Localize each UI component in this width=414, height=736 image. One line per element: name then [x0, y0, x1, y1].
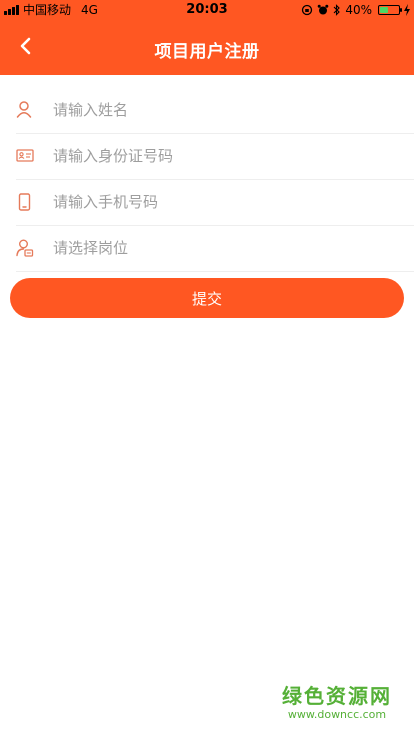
position-select[interactable] [53, 226, 393, 270]
mobile-phone-icon [18, 193, 31, 211]
phone-input[interactable] [53, 180, 393, 224]
navigation-bar: 项目用户注册 [0, 20, 414, 75]
id-card-row [16, 134, 414, 180]
name-input[interactable] [53, 88, 393, 132]
registration-form [0, 88, 414, 272]
battery-icon [378, 5, 402, 15]
bluetooth-icon [333, 4, 341, 16]
charging-icon [404, 4, 410, 16]
submit-button[interactable]: 提交 [10, 278, 404, 318]
phone-row [16, 180, 414, 226]
page-title: 项目用户注册 [154, 42, 260, 62]
app-header: 中国移动 4G 20:03 40% 项目用户注册 [0, 0, 414, 75]
position-row[interactable] [16, 226, 414, 272]
alarm-icon [318, 4, 329, 15]
watermark-url: www.downcc.com [287, 708, 387, 721]
id-card-input[interactable] [53, 134, 393, 178]
user-badge-icon [16, 239, 34, 257]
user-icon [16, 101, 32, 118]
status-bar: 中国移动 4G 20:03 40% [0, 0, 414, 20]
battery-percent: 40% [345, 3, 372, 17]
watermark: 绿色资源网 www.downcc.com [282, 684, 392, 722]
name-row [16, 88, 414, 134]
watermark-text: 绿色资源网 [282, 684, 392, 708]
id-card-icon [16, 149, 34, 162]
rotation-lock-icon [302, 4, 313, 16]
